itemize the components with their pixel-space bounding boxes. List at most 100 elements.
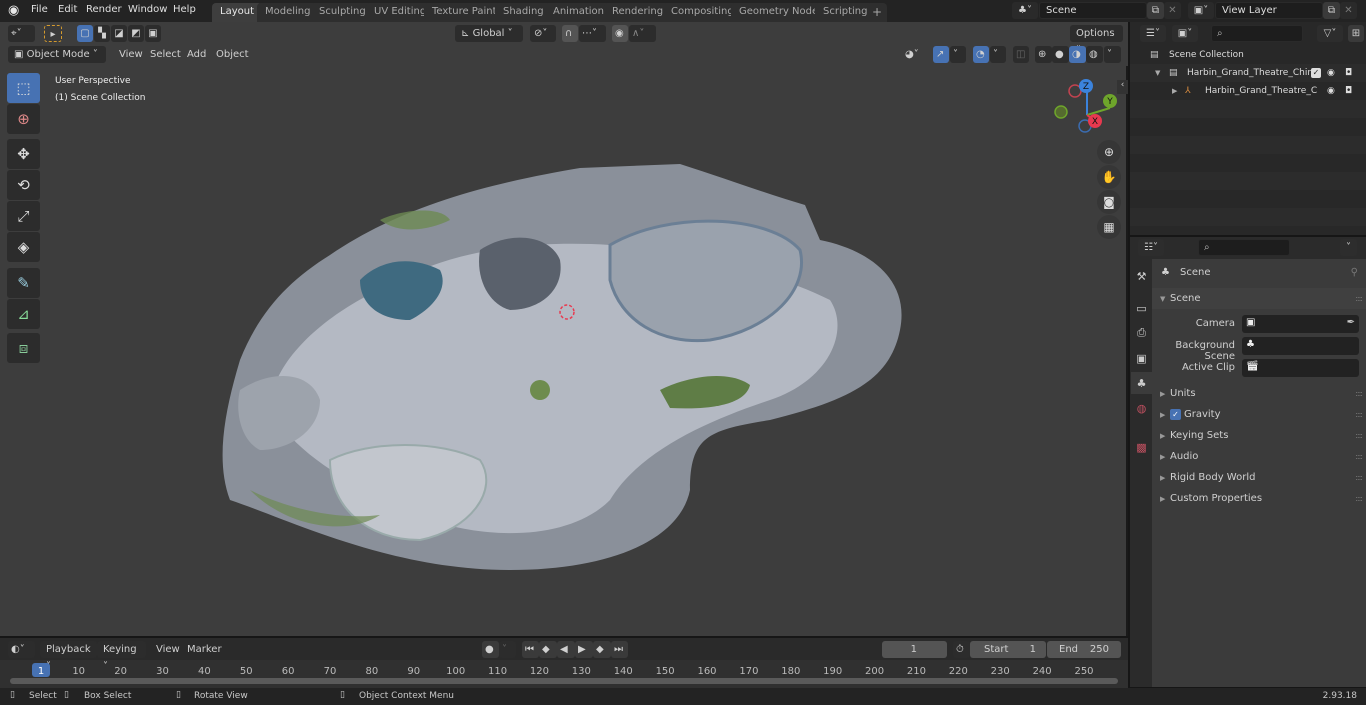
tab-compositing[interactable]: Compositing (663, 3, 742, 22)
auto-keying-dropdown[interactable]: ˅ (499, 641, 516, 658)
end-frame-field[interactable]: End 250 (1047, 641, 1121, 658)
drag-grip-icon[interactable]: :::: (1355, 425, 1363, 446)
mode-dropdown[interactable]: ▣ Object Mode ˅ (8, 46, 106, 63)
rotate-tool[interactable]: ⟲ (7, 170, 40, 200)
outliner-row-scene-collection[interactable]: ▤ Scene Collection (1130, 46, 1366, 64)
properties-editor-type-button[interactable]: ☷˅ (1138, 239, 1164, 256)
active-clip-field[interactable]: 🎬︎ (1242, 359, 1359, 377)
tab-view-layer[interactable]: ▣ (1131, 347, 1152, 369)
panel-gravity[interactable]: ▶ ✓ Gravity :::: (1152, 404, 1366, 425)
menu-render[interactable]: Render (86, 4, 122, 15)
falloff-dropdown[interactable]: ∧˅ (629, 25, 656, 42)
panel-units[interactable]: ▶ Units :::: (1152, 383, 1366, 404)
add-workspace-button[interactable]: + (867, 3, 888, 22)
eyedropper-icon[interactable]: ✒ (1347, 317, 1355, 328)
overlay-toggle[interactable]: ◔ (973, 46, 989, 63)
shading-rendered[interactable]: ◍ (1086, 46, 1103, 63)
eye-icon[interactable]: ◉ (1327, 82, 1335, 100)
new-view-layer-button[interactable]: ⧉ (1323, 2, 1340, 19)
select-new-button[interactable]: ▢ (77, 25, 93, 42)
exclude-checkbox[interactable]: ✓ (1311, 68, 1321, 78)
tab-render[interactable]: ▭ (1131, 297, 1152, 319)
pan-button[interactable]: ✋ (1097, 165, 1121, 189)
drag-grip-icon[interactable]: :::: (1355, 404, 1363, 425)
sidebar-toggle-button[interactable]: ‹ (1117, 80, 1128, 94)
ortho-toggle-button[interactable]: ▦ (1097, 215, 1121, 239)
select-extend-button[interactable]: ▚ (94, 25, 110, 42)
view-layer-selector-button[interactable]: ▣˅ (1188, 2, 1214, 19)
shading-solid[interactable]: ● (1052, 46, 1069, 63)
delete-view-layer-button[interactable]: ✕ (1340, 2, 1357, 19)
drag-grip-icon[interactable]: :::: (1355, 467, 1363, 488)
eye-icon[interactable]: ◉ (1327, 64, 1335, 82)
jump-start-button[interactable]: ⏮ (522, 641, 539, 658)
select-invert-button[interactable]: ◩ (128, 25, 144, 42)
outliner-row-object[interactable]: ▶ ⅄ Harbin_Grand_Theatre_C ◉ ◘ (1130, 82, 1366, 100)
tab-sculpting[interactable]: Sculpting (311, 3, 374, 22)
camera-render-icon[interactable]: ◘ (1345, 64, 1352, 82)
scale-tool[interactable]: ⤢ (7, 201, 40, 231)
playback-dropdown[interactable]: Playback ˅ (40, 641, 97, 672)
overlay-dropdown[interactable]: ˅ (990, 46, 1006, 63)
gravity-checkbox[interactable]: ✓ (1170, 408, 1181, 420)
visibility-dropdown[interactable]: ◕˅ (902, 46, 929, 63)
menu-help[interactable]: Help (173, 4, 196, 15)
pivot-point-dropdown[interactable]: ⊘˅ (530, 25, 556, 42)
zoom-button[interactable]: ⊕ (1097, 140, 1121, 164)
outliner-search-input[interactable]: ⌕ (1211, 25, 1303, 42)
move-tool[interactable]: ✥ (7, 139, 40, 169)
prev-keyframe-button[interactable]: ◆ (539, 641, 557, 658)
expand-triangle-icon[interactable]: ▶ (1172, 82, 1177, 100)
select-box-tool[interactable]: ⬚ (7, 73, 40, 103)
shading-wireframe[interactable]: ⊕ (1035, 46, 1052, 63)
tab-modeling[interactable]: Modeling (257, 3, 319, 22)
cursor-tool[interactable]: ⊕ (7, 104, 40, 134)
use-preview-range-toggle[interactable]: ⏱ (953, 641, 970, 658)
view-layer-name-field[interactable]: View Layer (1215, 2, 1323, 19)
proportional-edit-toggle[interactable]: ◉ (612, 25, 628, 42)
new-collection-button[interactable]: ⊞ (1348, 25, 1364, 42)
timeline-editor-type-button[interactable]: ◐˅ (8, 641, 35, 658)
current-frame-field[interactable]: 1 (882, 641, 947, 658)
panel-keying-sets[interactable]: ▶ Keying Sets :::: (1152, 425, 1366, 446)
drag-grip-icon[interactable]: :::: (1355, 288, 1363, 309)
camera-field[interactable]: ▣ ✒ (1242, 315, 1359, 333)
camera-view-button[interactable]: ◙ (1097, 190, 1121, 214)
neg-y-handle[interactable] (1054, 105, 1068, 119)
tab-scene[interactable]: ♣ (1131, 372, 1152, 394)
timeline-menu-marker[interactable]: Marker (181, 641, 228, 658)
tweak-tool-button[interactable]: ▸ (44, 25, 62, 42)
timeline-scrollbar[interactable] (10, 678, 1118, 684)
panel-scene-header[interactable]: ▼ Scene :::: (1152, 288, 1366, 309)
transform-orientation-dropdown[interactable]: ⊾ Global ˅ (455, 25, 523, 42)
tab-world[interactable]: ◍ (1131, 397, 1152, 419)
tab-rendering[interactable]: Rendering (604, 3, 672, 22)
start-frame-field[interactable]: Start 1 (970, 641, 1046, 658)
properties-search-input[interactable]: ⌕ (1198, 239, 1290, 256)
tab-tool[interactable]: ⚒ (1131, 265, 1152, 287)
select-intersect-button[interactable]: ▣ (145, 25, 161, 42)
options-dropdown[interactable]: Options ˅ (1070, 25, 1123, 56)
menu-edit[interactable]: Edit (58, 4, 77, 15)
expand-triangle-icon[interactable]: ▼ (1155, 64, 1160, 82)
play-reverse-button[interactable]: ◀ (557, 641, 575, 658)
jump-end-button[interactable]: ⏭ (611, 641, 628, 658)
shading-dropdown[interactable]: ˅ (1104, 46, 1121, 63)
filter-dropdown[interactable]: ▽˅ (1317, 25, 1343, 42)
menu-add[interactable]: Add (181, 46, 212, 63)
scene-name-field[interactable]: Scene (1039, 2, 1147, 19)
snap-toggle[interactable]: ∩ (562, 25, 578, 42)
drag-grip-icon[interactable]: :::: (1355, 488, 1363, 509)
tab-layout[interactable]: Layout (212, 3, 262, 22)
play-button[interactable]: ▶ (575, 641, 593, 658)
editor-type-button[interactable]: ⌖˅ (8, 25, 35, 42)
model-harbin-grand-theatre[interactable] (210, 160, 910, 580)
panel-rigid-body-world[interactable]: ▶ Rigid Body World :::: (1152, 467, 1366, 488)
tab-output[interactable]: ⎙ (1131, 322, 1152, 344)
annotate-tool[interactable]: ✎ (7, 268, 40, 298)
camera-render-icon[interactable]: ◘ (1345, 82, 1352, 100)
drag-grip-icon[interactable]: :::: (1355, 446, 1363, 467)
tab-animation[interactable]: Animation (545, 3, 612, 22)
display-mode-dropdown[interactable]: ▣˅ (1172, 25, 1198, 42)
xray-toggle[interactable]: ◫ (1013, 46, 1029, 63)
